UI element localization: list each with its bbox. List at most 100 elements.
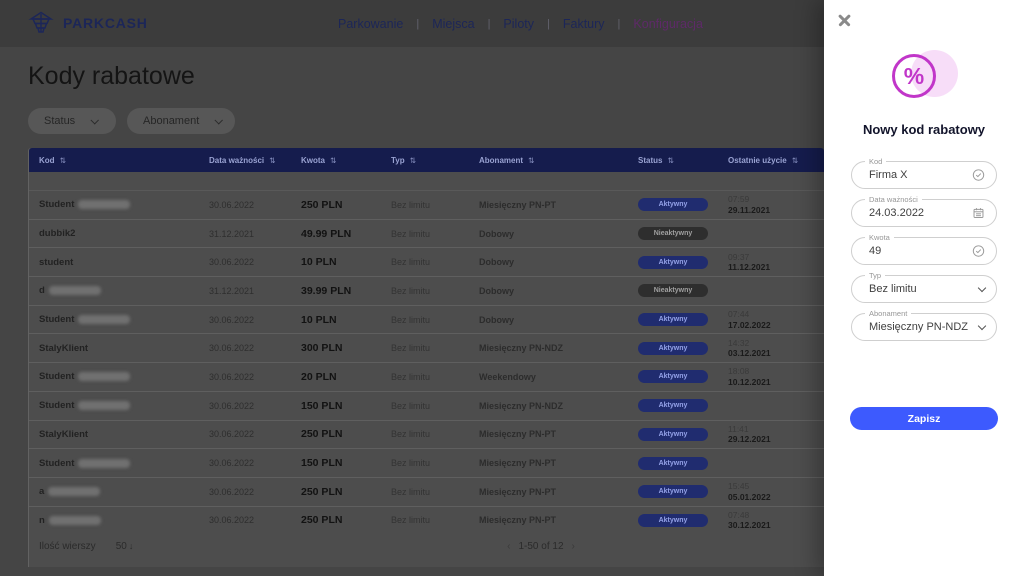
- filter-status[interactable]: Status: [28, 108, 116, 134]
- valid-date-cell: 30.06.2022: [209, 515, 301, 525]
- nav-item-konfiguracja[interactable]: Konfiguracja: [633, 17, 703, 31]
- pagination-next-icon[interactable]: ›: [572, 541, 575, 552]
- close-icon[interactable]: [837, 13, 852, 28]
- redacted-blur: [48, 487, 100, 496]
- valid-date-cell: 31.12.2021: [209, 286, 301, 296]
- column-header[interactable]: Kwota ⇅: [301, 156, 391, 165]
- parkcash-logo-icon: [28, 10, 54, 35]
- kod-field[interactable]: Kod Firma X: [851, 161, 997, 189]
- last-use-cell: 07:44 17.02.2022: [728, 309, 824, 330]
- field-label: Kod: [865, 157, 886, 166]
- brand-logo[interactable]: PARKCASH: [28, 10, 148, 35]
- table-row[interactable]: Student 30.06.2022 150 PLN Bez limitu Mi…: [29, 391, 824, 420]
- code-cell: Student: [39, 371, 209, 382]
- kwota-field[interactable]: Kwota 49: [851, 237, 997, 265]
- status-badge: Aktywny: [638, 198, 708, 211]
- table-row[interactable]: dubbik2 31.12.2021 49.99 PLN Bez limitu …: [29, 219, 824, 248]
- column-header-label: Ostatnie użycie: [728, 156, 787, 165]
- last-use-time: 18:08: [728, 366, 824, 377]
- nav-item-miejsca[interactable]: Miejsca: [432, 17, 474, 31]
- nav-item-faktury[interactable]: Faktury: [563, 17, 605, 31]
- last-use-date: 11.12.2021: [728, 262, 824, 273]
- chevron-down-icon: [979, 325, 985, 329]
- down-arrow-icon: [129, 541, 134, 552]
- type-cell: Bez limitu: [391, 429, 479, 439]
- table-body: Student 30.06.2022 250 PLN Bez limitu Mi…: [29, 190, 824, 534]
- last-use-time: 07:59: [728, 194, 824, 205]
- filter-label: Status: [44, 115, 75, 127]
- nav-item-piloty[interactable]: Piloty: [503, 17, 534, 31]
- table-row[interactable]: Student 30.06.2022 10 PLN Bez limitu Dob…: [29, 305, 824, 334]
- table-row[interactable]: Student 30.06.2022 20 PLN Bez limitu Wee…: [29, 362, 824, 391]
- column-header-label: Kod: [39, 156, 55, 165]
- table-row[interactable]: a 30.06.2022 250 PLN Bez limitu Miesięcz…: [29, 477, 824, 506]
- table-row[interactable]: student 30.06.2022 10 PLN Bez limitu Dob…: [29, 247, 824, 276]
- subscription-cell: Miesięczny PN-PT: [479, 429, 638, 439]
- status-badge: Aktywny: [638, 256, 708, 269]
- column-header[interactable]: Abonament ⇅: [479, 156, 638, 165]
- table-row[interactable]: Student 30.06.2022 250 PLN Bez limitu Mi…: [29, 190, 824, 219]
- column-header[interactable]: Data ważności ⇅: [209, 156, 301, 165]
- sort-icon: ⇅: [528, 156, 534, 165]
- pagination-prev-icon[interactable]: ‹: [507, 541, 510, 552]
- nav-separator: |: [618, 18, 621, 30]
- field-label: Kwota: [865, 233, 894, 242]
- table-row[interactable]: n 30.06.2022 250 PLN Bez limitu Miesięcz…: [29, 506, 824, 535]
- code-cell: Student: [39, 199, 209, 210]
- column-header[interactable]: Ostatnie użycie ⇅: [728, 156, 824, 165]
- brand-name: PARKCASH: [63, 15, 148, 31]
- amount-cell: 250 PLN: [301, 428, 391, 440]
- filters-bar: Status Abonament: [28, 108, 235, 134]
- amount-cell: 10 PLN: [301, 256, 391, 268]
- status-cell: Aktywny: [638, 457, 728, 470]
- status-cell: Aktywny: [638, 342, 728, 355]
- save-button[interactable]: Zapisz: [850, 407, 998, 430]
- subscription-cell: Dobowy: [479, 315, 638, 325]
- page-title: Kody rabatowe: [28, 62, 195, 91]
- redacted-blur: [78, 372, 130, 381]
- subscription-cell: Miesięczny PN-PT: [479, 515, 638, 525]
- valid-date-cell: 30.06.2022: [209, 372, 301, 382]
- column-header-label: Kwota: [301, 156, 325, 165]
- column-header-label: Abonament: [479, 156, 523, 165]
- code-cell: n: [39, 515, 209, 526]
- sort-icon: ⇅: [410, 156, 416, 165]
- field-value: Firma X: [852, 169, 908, 181]
- column-header[interactable]: Kod ⇅: [39, 156, 209, 165]
- valid-date-cell: 30.06.2022: [209, 487, 301, 497]
- calendar-icon: [972, 207, 985, 220]
- percent-icon: [892, 54, 936, 98]
- last-use-cell: 15:45 05.01.2022: [728, 481, 824, 502]
- abonament-select[interactable]: Abonament Miesięczny PN-NDZ: [851, 313, 997, 341]
- column-header[interactable]: Status ⇅: [638, 156, 728, 165]
- code-text: StalyKlient: [39, 343, 88, 354]
- discount-codes-table: Kod ⇅ Data ważności ⇅ Kwota ⇅ Typ ⇅ Abon…: [28, 148, 824, 567]
- main-content: PARKCASH Parkowanie|Miejsca|Piloty|Faktu…: [0, 0, 824, 576]
- data-waznosci-field[interactable]: Data ważności 24.03.2022: [851, 199, 997, 227]
- subscription-cell: Miesięczny PN-PT: [479, 200, 638, 210]
- nav-separator: |: [488, 18, 491, 30]
- status-cell: Aktywny: [638, 399, 728, 412]
- status-badge: Nieaktywny: [638, 227, 708, 240]
- status-badge: Aktywny: [638, 313, 708, 326]
- table-row[interactable]: Student 30.06.2022 150 PLN Bez limitu Mi…: [29, 448, 824, 477]
- typ-select[interactable]: Typ Bez limitu: [851, 275, 997, 303]
- field-label: Typ: [865, 271, 885, 280]
- last-use-cell: 18:08 10.12.2021: [728, 366, 824, 387]
- rows-per-page-selector[interactable]: 50: [116, 541, 134, 552]
- nav-item-parkowanie[interactable]: Parkowanie: [338, 17, 403, 31]
- column-header[interactable]: Typ ⇅: [391, 156, 479, 165]
- column-header-label: Typ: [391, 156, 405, 165]
- status-cell: Aktywny: [638, 256, 728, 269]
- status-badge: Aktywny: [638, 485, 708, 498]
- column-header-label: Status: [638, 156, 662, 165]
- table-row[interactable]: StalyKlient 30.06.2022 300 PLN Bez limit…: [29, 333, 824, 362]
- status-cell: Aktywny: [638, 514, 728, 527]
- filter-abonament[interactable]: Abonament: [127, 108, 235, 134]
- field-value: Bez limitu: [852, 283, 917, 295]
- drawer-title: Nowy kod rabatowy: [824, 122, 1024, 137]
- code-cell: Student: [39, 400, 209, 411]
- valid-date-cell: 30.06.2022: [209, 343, 301, 353]
- table-row[interactable]: d 31.12.2021 39.99 PLN Bez limitu Dobowy…: [29, 276, 824, 305]
- table-row[interactable]: StalyKlient 30.06.2022 250 PLN Bez limit…: [29, 420, 824, 449]
